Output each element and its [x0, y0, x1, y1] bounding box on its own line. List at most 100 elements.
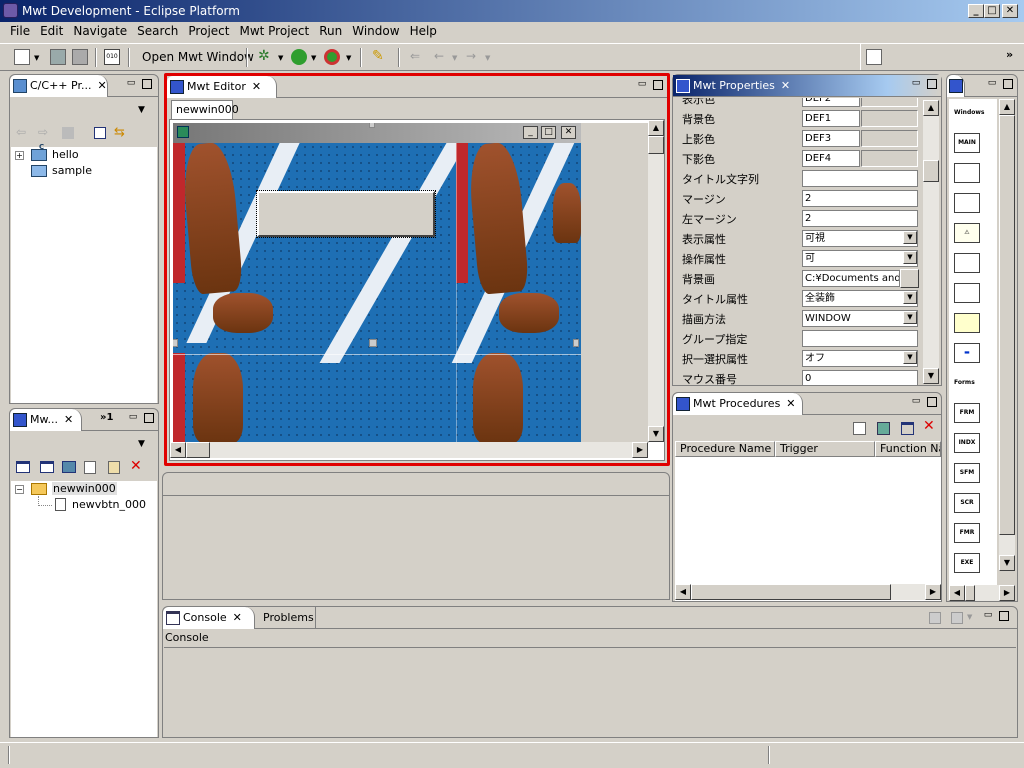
color-swatch-button[interactable] — [861, 98, 918, 107]
property-value[interactable] — [802, 330, 918, 347]
scroll-thumb[interactable] — [648, 136, 664, 154]
scroll-thumb[interactable] — [999, 115, 1015, 535]
property-value[interactable]: 0 — [802, 370, 918, 385]
minimize-button[interactable]: _ — [968, 4, 984, 18]
new-dropdown-icon[interactable]: ▼ — [34, 54, 39, 62]
scroll-left-button[interactable]: ◀ — [949, 585, 965, 601]
scroll-thumb[interactable] — [923, 160, 939, 182]
color-swatch-button[interactable] — [861, 110, 918, 127]
minimize-view-icon[interactable]: ▭ — [911, 397, 921, 407]
tree-item-newvbtn-000[interactable]: newvbtn_000 — [72, 498, 146, 511]
open-mwt-window-button[interactable]: Open Mwt Window — [142, 50, 254, 64]
back-disabled-icon[interactable]: ⇐ — [410, 49, 426, 65]
scroll-down-button[interactable]: ▼ — [999, 555, 1015, 571]
tab-console[interactable]: Console ✕ — [163, 607, 255, 629]
menu-file[interactable]: File — [0, 22, 35, 41]
property-select[interactable]: オフ — [802, 350, 918, 367]
scroll-left-button[interactable]: ◀ — [170, 442, 186, 458]
display-console-icon[interactable] — [951, 612, 963, 624]
property-select[interactable]: 可視 — [802, 230, 918, 247]
scroll-left-button[interactable]: ◀ — [675, 584, 691, 600]
menu-navigate[interactable]: Navigate — [68, 22, 132, 41]
property-value[interactable]: 2 — [802, 210, 918, 227]
perspective-overflow-button[interactable]: » — [1006, 48, 1013, 61]
column-procedure-name[interactable]: Procedure Name — [675, 441, 775, 457]
minimize-view-icon[interactable]: ▭ — [637, 80, 647, 90]
binary-icon[interactable]: 010 — [104, 49, 120, 65]
menu-search[interactable]: Search — [132, 22, 183, 41]
palette-list-widget[interactable] — [954, 253, 980, 273]
property-value[interactable] — [802, 170, 918, 187]
tab-problems[interactable]: Problems — [263, 611, 314, 624]
scroll-up-button[interactable]: ▲ — [923, 100, 939, 116]
new-icon[interactable] — [14, 49, 30, 65]
close-button[interactable]: ✕ — [1002, 4, 1018, 18]
design-button-newvbtn[interactable] — [256, 190, 436, 238]
design-window[interactable]: _ □ ✕ — [173, 123, 649, 443]
collapse-all-icon[interactable] — [94, 127, 106, 139]
print-icon[interactable] — [72, 49, 88, 65]
minimize-view-icon[interactable]: ▭ — [128, 413, 138, 423]
minimize-view-icon[interactable]: ▭ — [983, 611, 993, 621]
tab-palette[interactable] — [947, 75, 965, 97]
expand-icon[interactable]: + — [15, 151, 24, 160]
property-value[interactable]: C:¥Documents and — [802, 270, 900, 287]
menu-mwt-project[interactable]: Mwt Project — [234, 22, 314, 41]
close-tab-icon[interactable]: ✕ — [64, 413, 73, 426]
scroll-down-button[interactable]: ▼ — [648, 426, 664, 442]
palette-indx-button[interactable]: INDX — [954, 433, 980, 453]
color-swatch-button[interactable] — [861, 150, 918, 167]
resize-handle[interactable] — [369, 339, 377, 347]
refresh-procedures-icon[interactable] — [877, 422, 890, 435]
pen-icon[interactable]: ✎ — [372, 49, 388, 65]
palette-exe-button[interactable]: EXE — [954, 553, 980, 573]
link-editor-icon[interactable]: ⇆ — [114, 125, 125, 140]
property-value[interactable]: DEF4 — [802, 150, 860, 167]
palette-vertical-scrollbar[interactable]: ▲ ▼ — [999, 99, 1015, 571]
minimize-view-icon[interactable]: ▭ — [126, 79, 136, 89]
tab-newwin000[interactable]: newwin000 — [171, 100, 239, 119]
delete-icon[interactable]: ✕ — [923, 418, 935, 434]
minimize-view-icon[interactable]: ▭ — [911, 79, 921, 89]
dropdown-arrow-icon[interactable]: ▼ — [903, 351, 917, 364]
pin-console-icon[interactable] — [929, 612, 941, 624]
property-select[interactable]: 可 — [802, 250, 918, 267]
palette-fmr-button[interactable]: FMR — [954, 523, 980, 543]
column-function-name[interactable]: Function Na — [875, 441, 941, 457]
tree-item-hello[interactable]: hello — [52, 148, 79, 161]
scroll-right-button[interactable]: ▶ — [999, 585, 1015, 601]
menu-window[interactable]: Window — [347, 22, 404, 41]
maximize-view-icon[interactable] — [142, 79, 152, 89]
browse-button[interactable] — [900, 269, 919, 288]
menu-project[interactable]: Project — [183, 22, 234, 41]
close-tab-icon[interactable]: ✕ — [786, 397, 795, 410]
scroll-right-button[interactable]: ▶ — [632, 442, 648, 458]
resize-handle[interactable] — [173, 339, 178, 347]
properties-vertical-scrollbar[interactable]: ▲ ▼ — [923, 100, 939, 384]
maximize-view-icon[interactable] — [927, 397, 937, 407]
resize-handle[interactable] — [369, 123, 375, 128]
dropdown-arrow-icon[interactable]: ▼ — [903, 231, 917, 244]
close-tab-icon[interactable]: ✕ — [233, 611, 242, 624]
tree-item-sample[interactable]: sample — [52, 164, 92, 177]
tab-mwt-properties[interactable]: Mwt Properties ✕ — [673, 75, 797, 97]
run-icon[interactable] — [291, 49, 307, 65]
palette-sfm-button[interactable]: SFM — [954, 463, 980, 483]
close-tab-icon[interactable]: ✕ — [97, 79, 106, 92]
view-overflow-button[interactable]: »1 — [100, 412, 113, 423]
maximize-view-icon[interactable] — [927, 79, 937, 89]
property-select[interactable]: 全装飾 — [802, 290, 918, 307]
scroll-thumb[interactable] — [965, 585, 975, 601]
property-value[interactable]: 2 — [802, 190, 918, 207]
menu-help[interactable]: Help — [405, 22, 442, 41]
palette-scr-button[interactable]: SCR — [954, 493, 980, 513]
color-swatch-button[interactable] — [861, 130, 918, 147]
design-minimize-button[interactable]: _ — [523, 126, 538, 139]
copy-icon[interactable] — [84, 461, 96, 474]
property-value[interactable]: DEF1 — [802, 110, 860, 127]
scroll-up-button[interactable]: ▲ — [648, 120, 664, 136]
property-value[interactable]: DEF3 — [802, 130, 860, 147]
scroll-down-button[interactable]: ▼ — [923, 368, 939, 384]
menu-run[interactable]: Run — [314, 22, 347, 41]
view-menu-icon[interactable]: ▼ — [138, 105, 145, 115]
